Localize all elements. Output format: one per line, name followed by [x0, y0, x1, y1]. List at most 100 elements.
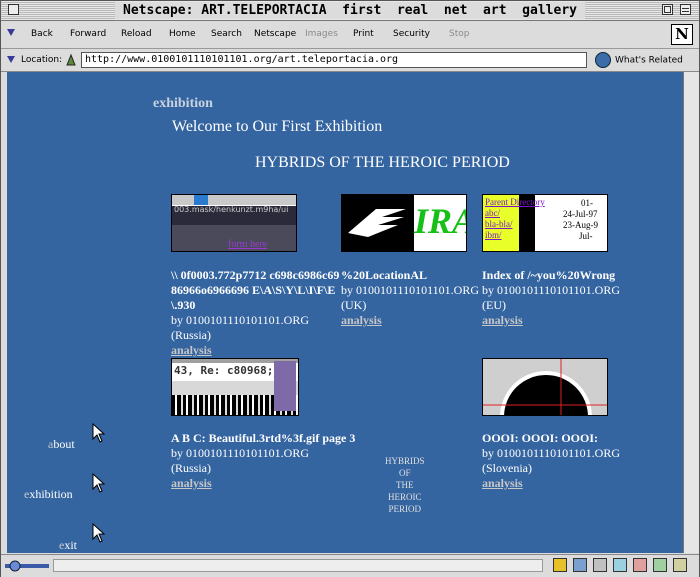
- home-button[interactable]: Home: [169, 29, 196, 39]
- artwork-title: A B C: Beautiful.3rtd%3f.gif page 3: [171, 431, 356, 445]
- status-message-area: [53, 559, 543, 572]
- page-content: exhibition Welcome to Our First Exhibiti…: [7, 72, 683, 553]
- nav-exhibition[interactable]: exhibition: [24, 487, 73, 502]
- analysis-link[interactable]: analysis: [482, 313, 523, 327]
- title-bar[interactable]: Netscape: ART.TELEPORTACIA first real ne…: [1, 1, 699, 21]
- close-box[interactable]: [8, 4, 19, 15]
- security-key-icon[interactable]: [5, 560, 49, 572]
- collapse-box[interactable]: [680, 4, 691, 15]
- thumbnail-text: 01-: [581, 198, 593, 208]
- thumbnail-text: 23-Aug-9: [563, 220, 598, 230]
- stop-button[interactable]: Stop: [449, 29, 469, 39]
- black-circle-image: [483, 359, 607, 415]
- navigation-toolbar: Back Forward Reload Home Search Netscape…: [1, 21, 699, 49]
- ira-text: IRA: [414, 201, 466, 241]
- artwork-entry: \\ 0f0003.772p7712 c698c6986c6986966o696…: [171, 268, 341, 358]
- reload-button[interactable]: Reload: [121, 29, 152, 39]
- artwork-entry: Index of /~you%20Wrong by 01001011101011…: [482, 268, 632, 328]
- artwork-thumbnail[interactable]: IRA: [341, 194, 467, 252]
- netscape-button[interactable]: Netscape: [254, 29, 296, 39]
- netscape-logo: N: [671, 24, 693, 45]
- artwork-title: %20LocationAL: [341, 268, 428, 282]
- status-bar: [1, 554, 699, 577]
- artwork-author: by 0100101110101101.ORG: [171, 446, 309, 460]
- artwork-origin: (Slovenia): [482, 461, 532, 475]
- thumbnail-link: Parent Directory: [485, 197, 545, 207]
- artwork-entry: A B C: Beautiful.3rtd%3f.gif page 3 by 0…: [171, 431, 361, 491]
- artwork-origin: (UK): [341, 298, 367, 312]
- newsgroup-icon[interactable]: [593, 558, 607, 572]
- thumbnail-link: ibm/: [485, 230, 502, 240]
- cursor-arrow-icon: [92, 473, 106, 493]
- thumbnail-text: 24-Jul-97: [563, 209, 598, 219]
- zoom-box[interactable]: [662, 4, 673, 15]
- mini-title-line: HEROIC: [388, 492, 422, 502]
- artwork-title: \\ 0f0003.772p7712 c698c6986c6986966o696…: [171, 268, 340, 312]
- mini-title-line: PERIOD: [388, 504, 422, 514]
- welcome-heading: Welcome to Our First Exhibition: [172, 118, 383, 135]
- globe-icon: [595, 52, 611, 68]
- artwork-origin: (Russia): [171, 328, 211, 342]
- conference-icon[interactable]: [653, 558, 667, 572]
- thumbnail-link: bla-bla/: [485, 219, 513, 229]
- search-button[interactable]: Search: [211, 29, 242, 39]
- component-bar: [553, 558, 687, 572]
- artwork-entry: %20LocationAL by 0100101110101101.ORG (U…: [341, 268, 481, 328]
- form-here-link[interactable]: form here: [228, 239, 267, 250]
- resize-grip-icon[interactable]: [673, 558, 687, 572]
- nav-label: bout: [53, 437, 75, 451]
- artwork-origin: (Russia): [171, 461, 211, 475]
- artwork-title: OOOI: OOOI: OOOI:: [482, 431, 599, 445]
- artwork-thumbnail[interactable]: Parent Directory abc/ bla-bla/ ibm/ 01- …: [482, 194, 608, 252]
- navigator-icon[interactable]: [553, 558, 567, 572]
- exhibit-title: HYBRIDS OF THE HEROIC PERIOD: [255, 154, 510, 171]
- composer-icon[interactable]: [633, 558, 647, 572]
- artwork-thumbnail[interactable]: 003.mask/henkunzt.m9ha/ui form here: [171, 194, 297, 252]
- images-button[interactable]: Images: [305, 29, 338, 39]
- nav-exit[interactable]: exit: [59, 538, 77, 553]
- print-button[interactable]: Print: [353, 29, 374, 39]
- page-proxy-icon[interactable]: [65, 53, 77, 67]
- thumbnail-text: Jul-: [579, 231, 593, 241]
- thumbnail-link: abc/: [485, 208, 500, 218]
- analysis-link[interactable]: analysis: [482, 476, 523, 490]
- location-label: Location:: [21, 55, 63, 65]
- wing-emblem-icon: [348, 209, 406, 237]
- location-collapse-icon[interactable]: [7, 56, 15, 63]
- url-field[interactable]: http://www.0100101110101101.org/art.tele…: [81, 52, 587, 68]
- mini-title-line: THE: [396, 480, 414, 490]
- mini-title-line: HYBRIDS: [385, 456, 425, 466]
- analysis-link[interactable]: analysis: [341, 313, 382, 327]
- location-bar: Location: http://www.0100101110101101.or…: [1, 49, 699, 72]
- artwork-author: by 0100101110101101.ORG: [171, 313, 309, 327]
- section-heading: exhibition: [153, 96, 213, 111]
- cursor-arrow-icon: [92, 523, 106, 543]
- thumbnail-text: 003.mask/henkunzt.m9ha/ui: [174, 205, 289, 214]
- whats-related-label: What's Related: [615, 55, 683, 66]
- back-button[interactable]: Back: [31, 29, 53, 39]
- browser-window: Netscape: ART.TELEPORTACIA first real ne…: [0, 0, 700, 577]
- nav-label: xit: [64, 538, 77, 552]
- artwork-author: by 0100101110101101.ORG: [482, 446, 620, 460]
- vertical-scrollbar[interactable]: [683, 72, 699, 553]
- address-book-icon[interactable]: [613, 558, 627, 572]
- toolbar-collapse-icon[interactable]: [7, 29, 15, 36]
- artwork-entry: OOOI: OOOI: OOOI: by 0100101110101101.OR…: [482, 431, 632, 491]
- analysis-link[interactable]: analysis: [171, 476, 212, 490]
- artwork-thumbnail[interactable]: [482, 358, 608, 416]
- mini-title-line: OF: [399, 468, 411, 478]
- security-button[interactable]: Security: [393, 29, 430, 39]
- window-title: Netscape: ART.TELEPORTACIA first real ne…: [115, 2, 585, 19]
- artwork-author: by 0100101110101101.ORG: [482, 283, 620, 297]
- cursor-arrow-icon: [92, 423, 106, 443]
- artwork-author: by 0100101110101101.ORG: [341, 283, 479, 297]
- nav-about[interactable]: about: [48, 437, 75, 452]
- whats-related-button[interactable]: What's Related: [595, 52, 683, 69]
- nav-label: xhibition: [29, 487, 73, 501]
- artwork-thumbnail[interactable]: 43, Re: c80968;686: [171, 358, 299, 416]
- exhibition-mini-title: HYBRIDS OF THE HEROIC PERIOD: [385, 455, 425, 515]
- forward-button[interactable]: Forward: [70, 29, 106, 39]
- artwork-origin: (EU): [482, 298, 506, 312]
- mail-icon[interactable]: [573, 558, 587, 572]
- analysis-link[interactable]: analysis: [171, 343, 212, 357]
